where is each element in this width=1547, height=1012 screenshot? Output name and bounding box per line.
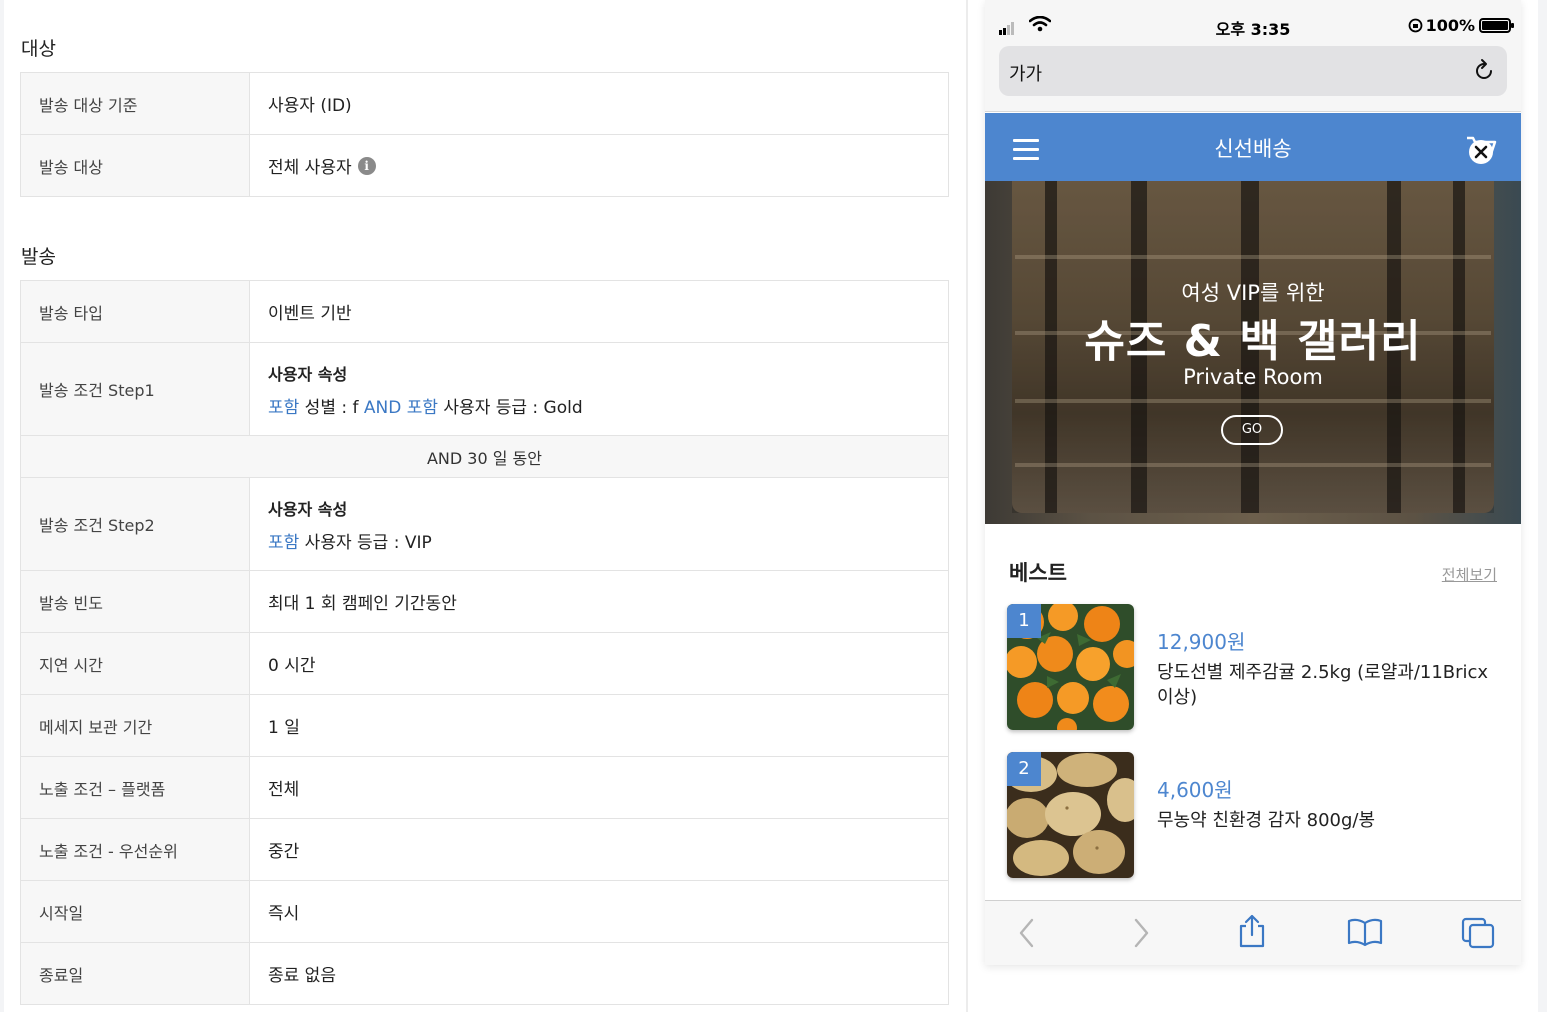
product-price: 4,600원 xyxy=(1157,778,1233,802)
hero-banner[interactable]: 여성 VIP를 위한 슈즈 & 백 갤러리 Private Room GO xyxy=(985,181,1521,524)
battery-percent: 100% xyxy=(1425,16,1475,35)
campaign-detail-panel: 대상 발송 대상 기준 사용자 (ID) 발송 대상 전체 사용자 i 발송 발… xyxy=(4,0,966,1012)
row-label: 시작일 xyxy=(21,881,250,942)
include-tag: 포함 xyxy=(268,397,300,418)
between-steps-row: AND 30 일 동안 xyxy=(21,436,948,478)
product-name: 당도선별 제주감귤 2.5kg (로얄과/11Bricx 이상) xyxy=(1157,662,1489,708)
row-value: 1 일 xyxy=(268,718,300,738)
browser-toolbar xyxy=(985,900,1521,965)
row-label: 노출 조건 - 우선순위 xyxy=(21,819,250,880)
row-value: 중간 xyxy=(268,842,300,862)
row-label: 발송 대상 xyxy=(21,135,250,196)
app-title: 신선배송 xyxy=(1214,137,1292,161)
reload-icon[interactable] xyxy=(1471,58,1497,84)
section-title-target: 대상 xyxy=(21,38,56,60)
bookmarks-icon[interactable] xyxy=(1347,917,1383,947)
app-header: 신선배송 xyxy=(985,113,1521,181)
phone-preview: 오후 3:35 100% 가가 신선배송 여성 VIP를 위한 슈즈 & 백 갤… xyxy=(985,0,1521,965)
row-value: 이벤트 기반 xyxy=(268,304,352,324)
hero-subtitle: 여성 VIP를 위한 xyxy=(1181,281,1325,305)
table-row: 발송 조건 Step1 사용자 속성 포함 성별 : f AND 포함 사용자 … xyxy=(21,343,948,436)
row-value: 전체 사용자 i xyxy=(250,135,948,196)
table-row: 발송 타입 이벤트 기반 xyxy=(21,281,948,343)
include-tag: 포함 xyxy=(401,397,439,418)
battery-icon xyxy=(1479,18,1514,33)
rank-badge: 1 xyxy=(1007,604,1041,638)
best-title: 베스트 xyxy=(1009,561,1067,585)
product-item[interactable]: 1 12,900원 당도선별 제주감귤 2.5kg (로얄과/11Bricx 이… xyxy=(1007,604,1497,730)
rank-badge: 2 xyxy=(1007,752,1041,786)
tabs-icon[interactable] xyxy=(1461,917,1495,949)
forward-icon[interactable] xyxy=(1131,917,1151,949)
row-label: 발송 조건 Step1 xyxy=(21,343,250,435)
go-button[interactable]: GO xyxy=(1221,415,1283,445)
table-row: 시작일 즉시 xyxy=(21,881,948,943)
row-label: 지연 시간 xyxy=(21,633,250,694)
table-row: 노출 조건 - 우선순위 중간 xyxy=(21,819,948,881)
product-item[interactable]: 2 4,600원 무농약 친환경 감자 800g/봉 xyxy=(1007,752,1497,878)
row-label: 발송 타입 xyxy=(21,281,250,342)
row-label: 노출 조건 – 플랫폼 xyxy=(21,757,250,818)
browser-bar: 가가 xyxy=(985,36,1521,112)
hero-title: 슈즈 & 백 갤러리 xyxy=(1084,316,1422,367)
and-tag: AND xyxy=(363,397,402,418)
share-icon[interactable] xyxy=(1237,913,1267,949)
section-title-send: 발송 xyxy=(21,246,56,268)
row-label: 발송 조건 Step2 xyxy=(21,478,250,570)
row-label: 메세지 보관 기간 xyxy=(21,695,250,756)
row-label: 발송 대상 기준 xyxy=(21,73,250,134)
table-row: 노출 조건 – 플랫폼 전체 xyxy=(21,757,948,819)
target-table: 발송 대상 기준 사용자 (ID) 발송 대상 전체 사용자 i xyxy=(20,72,949,197)
target-value: 전체 사용자 xyxy=(268,158,352,178)
text-size-button[interactable]: 가가 xyxy=(1009,60,1042,86)
table-row: 종료일 종료 없음 xyxy=(21,943,948,1005)
row-label: 발송 빈도 xyxy=(21,571,250,632)
row-value: 사용자 (ID) xyxy=(268,96,352,116)
condition-heading: 사용자 속성 xyxy=(268,364,348,384)
table-row: 지연 시간 0 시간 xyxy=(21,633,948,695)
condition-text: 포함 성별 : f AND 포함 사용자 등급 : Gold xyxy=(268,393,948,418)
row-label: 종료일 xyxy=(21,943,250,1004)
product-image-potatoes: 2 xyxy=(1007,752,1134,878)
condition-part: 성별 : f xyxy=(299,397,364,418)
see-all-link[interactable]: 전체보기 xyxy=(1442,564,1497,585)
table-row: 발송 빈도 최대 1 회 캠페인 기간동안 xyxy=(21,571,948,633)
condition-part: 사용자 등급 : Gold xyxy=(438,397,583,418)
product-price: 12,900원 xyxy=(1157,630,1246,654)
condition-part: 사용자 등급 : VIP xyxy=(299,532,432,553)
rotation-lock-icon xyxy=(1408,18,1423,33)
info-icon[interactable]: i xyxy=(357,156,376,175)
send-table: 발송 타입 이벤트 기반 발송 조건 Step1 사용자 속성 포함 성별 : … xyxy=(20,280,949,1005)
row-value: 사용자 속성 포함 성별 : f AND 포함 사용자 등급 : Gold xyxy=(250,343,948,435)
row-value: 전체 xyxy=(268,780,300,800)
condition-heading: 사용자 속성 xyxy=(268,499,348,519)
cart-close-icon[interactable] xyxy=(1465,133,1499,167)
url-field[interactable]: 가가 xyxy=(999,46,1507,96)
product-image-tangerines: 1 xyxy=(1007,604,1134,730)
table-row: 발송 대상 전체 사용자 i xyxy=(21,135,948,197)
row-value: 사용자 속성 포함 사용자 등급 : VIP xyxy=(250,478,948,570)
hero-english: Private Room xyxy=(1183,365,1323,389)
condition-text: 포함 사용자 등급 : VIP xyxy=(268,528,948,553)
row-value: 0 시간 xyxy=(268,656,316,676)
back-icon[interactable] xyxy=(1017,917,1037,949)
include-tag: 포함 xyxy=(268,532,300,553)
row-value: 즉시 xyxy=(268,904,300,924)
product-name: 무농약 친환경 감자 800g/봉 xyxy=(1157,810,1376,831)
table-row: 발송 대상 기준 사용자 (ID) xyxy=(21,73,948,135)
table-row: 발송 조건 Step2 사용자 속성 포함 사용자 등급 : VIP xyxy=(21,478,948,571)
row-value: 최대 1 회 캠페인 기간동안 xyxy=(268,594,457,614)
table-row: 메세지 보관 기간 1 일 xyxy=(21,695,948,757)
row-value: 종료 없음 xyxy=(268,966,336,986)
